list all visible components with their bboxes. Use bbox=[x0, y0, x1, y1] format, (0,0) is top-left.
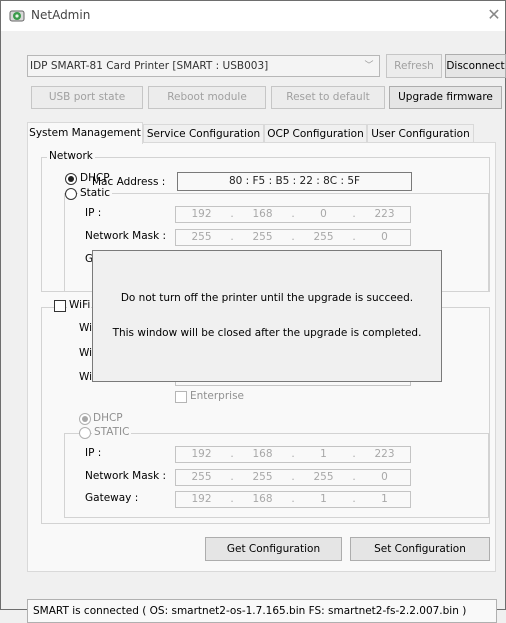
ip-octet: 223 bbox=[374, 448, 395, 460]
network-legend: Network bbox=[47, 150, 95, 162]
mask-octet: 0 bbox=[381, 471, 388, 483]
gateway-octet: 168 bbox=[252, 493, 273, 505]
ip-octet: 0 bbox=[320, 208, 327, 220]
ip-octet: 168 bbox=[252, 448, 273, 460]
reboot-module-button[interactable]: Reboot module bbox=[148, 86, 266, 109]
wifi-gateway-field[interactable]: 192. 168. 1. 1 bbox=[175, 491, 411, 508]
mac-address-value: 80 : F5 : B5 : 22 : 8C : 5F bbox=[177, 172, 412, 191]
enterprise-label: Enterprise bbox=[190, 390, 245, 402]
wifi-static-label: STATIC bbox=[92, 426, 132, 438]
wifi-dhcp-radio[interactable] bbox=[79, 413, 91, 425]
enterprise-checkbox[interactable] bbox=[175, 391, 187, 403]
wifi-network-mask-label: Network Mask : bbox=[85, 470, 167, 482]
gateway-octet: 192 bbox=[191, 493, 212, 505]
wifi-field-label: Wi bbox=[79, 371, 93, 383]
mask-octet: 255 bbox=[313, 471, 334, 483]
ip-octet: 1 bbox=[320, 448, 327, 460]
dot-separator: . bbox=[230, 471, 234, 483]
window-title: NetAdmin bbox=[31, 8, 91, 22]
mask-octet: 255 bbox=[252, 231, 273, 243]
chevron-down-icon: ﹀ bbox=[364, 61, 374, 71]
dot-separator: . bbox=[352, 231, 356, 243]
ip-octet: 168 bbox=[252, 208, 273, 220]
dot-separator: . bbox=[230, 493, 234, 505]
network-mask-field[interactable]: 255. 255. 255. 0 bbox=[175, 229, 411, 246]
disconnect-button[interactable]: Disconnect bbox=[445, 54, 506, 78]
mask-octet: 255 bbox=[313, 231, 334, 243]
dot-separator: . bbox=[352, 448, 356, 460]
set-configuration-button[interactable]: Set Configuration bbox=[350, 537, 490, 561]
mask-octet: 255 bbox=[191, 231, 212, 243]
mask-octet: 0 bbox=[381, 231, 388, 243]
wifi-static-radio[interactable] bbox=[79, 427, 91, 439]
netadmin-app-icon bbox=[9, 8, 25, 24]
ip-address-field[interactable]: 192. 168. 0. 223 bbox=[175, 206, 411, 223]
get-configuration-button[interactable]: Get Configuration bbox=[205, 537, 342, 561]
dot-separator: . bbox=[291, 471, 295, 483]
upgrade-notice-popup: Do not turn off the printer until the up… bbox=[92, 250, 442, 382]
tab-service-configuration[interactable]: Service Configuration bbox=[143, 124, 264, 144]
wifi-ip-label: IP : bbox=[85, 447, 102, 459]
mac-address-label: Mac Address : bbox=[92, 176, 166, 188]
reset-to-default-button[interactable]: Reset to default bbox=[271, 86, 385, 109]
tab-system-management[interactable]: System Management bbox=[27, 122, 143, 144]
mask-octet: 255 bbox=[191, 471, 212, 483]
dot-separator: . bbox=[291, 448, 295, 460]
tab-ocp-configuration[interactable]: OCP Configuration bbox=[264, 124, 367, 144]
ip-octet: 192 bbox=[191, 208, 212, 220]
close-icon[interactable]: ✕ bbox=[483, 4, 505, 26]
dot-separator: . bbox=[352, 208, 356, 220]
wifi-network-mask-field[interactable]: 255. 255. 255. 0 bbox=[175, 469, 411, 486]
dot-separator: . bbox=[230, 231, 234, 243]
wifi-checkbox-label: WiFi bbox=[67, 299, 91, 311]
wifi-checkbox[interactable] bbox=[54, 300, 66, 312]
gateway-octet: 1 bbox=[381, 493, 388, 505]
upgrade-firmware-button[interactable]: Upgrade firmware bbox=[389, 86, 502, 109]
static-radio[interactable] bbox=[65, 188, 77, 200]
wifi-ip-address-field[interactable]: 192. 168. 1. 223 bbox=[175, 446, 411, 463]
ip-label: IP : bbox=[85, 207, 102, 219]
mask-octet: 255 bbox=[252, 471, 273, 483]
refresh-button[interactable]: Refresh bbox=[386, 54, 442, 78]
network-mask-label: Network Mask : bbox=[85, 230, 167, 242]
dot-separator: . bbox=[291, 493, 295, 505]
dot-separator: . bbox=[291, 208, 295, 220]
wifi-dhcp-label: DHCP bbox=[93, 412, 123, 424]
static-label: Static bbox=[78, 187, 113, 199]
dot-separator: . bbox=[352, 493, 356, 505]
ip-octet: 192 bbox=[191, 448, 212, 460]
dot-separator: . bbox=[352, 471, 356, 483]
ip-octet: 223 bbox=[374, 208, 395, 220]
upgrade-close-notice-text: This window will be closed after the upg… bbox=[112, 327, 422, 339]
gateway-octet: 1 bbox=[320, 493, 327, 505]
dot-separator: . bbox=[230, 208, 234, 220]
dot-separator: . bbox=[291, 231, 295, 243]
printer-select[interactable]: IDP SMART-81 Card Printer [SMART : USB00… bbox=[27, 55, 380, 77]
dot-separator: . bbox=[230, 448, 234, 460]
status-bar: SMART is connected ( OS: smartnet2-os-1.… bbox=[27, 599, 497, 623]
wifi-gateway-label: Gateway : bbox=[85, 492, 139, 504]
upgrade-warning-text: Do not turn off the printer until the up… bbox=[120, 292, 414, 304]
printer-select-value: IDP SMART-81 Card Printer [SMART : USB00… bbox=[30, 60, 269, 72]
usb-port-state-button[interactable]: USB port state bbox=[31, 86, 143, 109]
dhcp-radio[interactable] bbox=[65, 173, 77, 185]
tab-user-configuration[interactable]: User Configuration bbox=[367, 124, 474, 144]
